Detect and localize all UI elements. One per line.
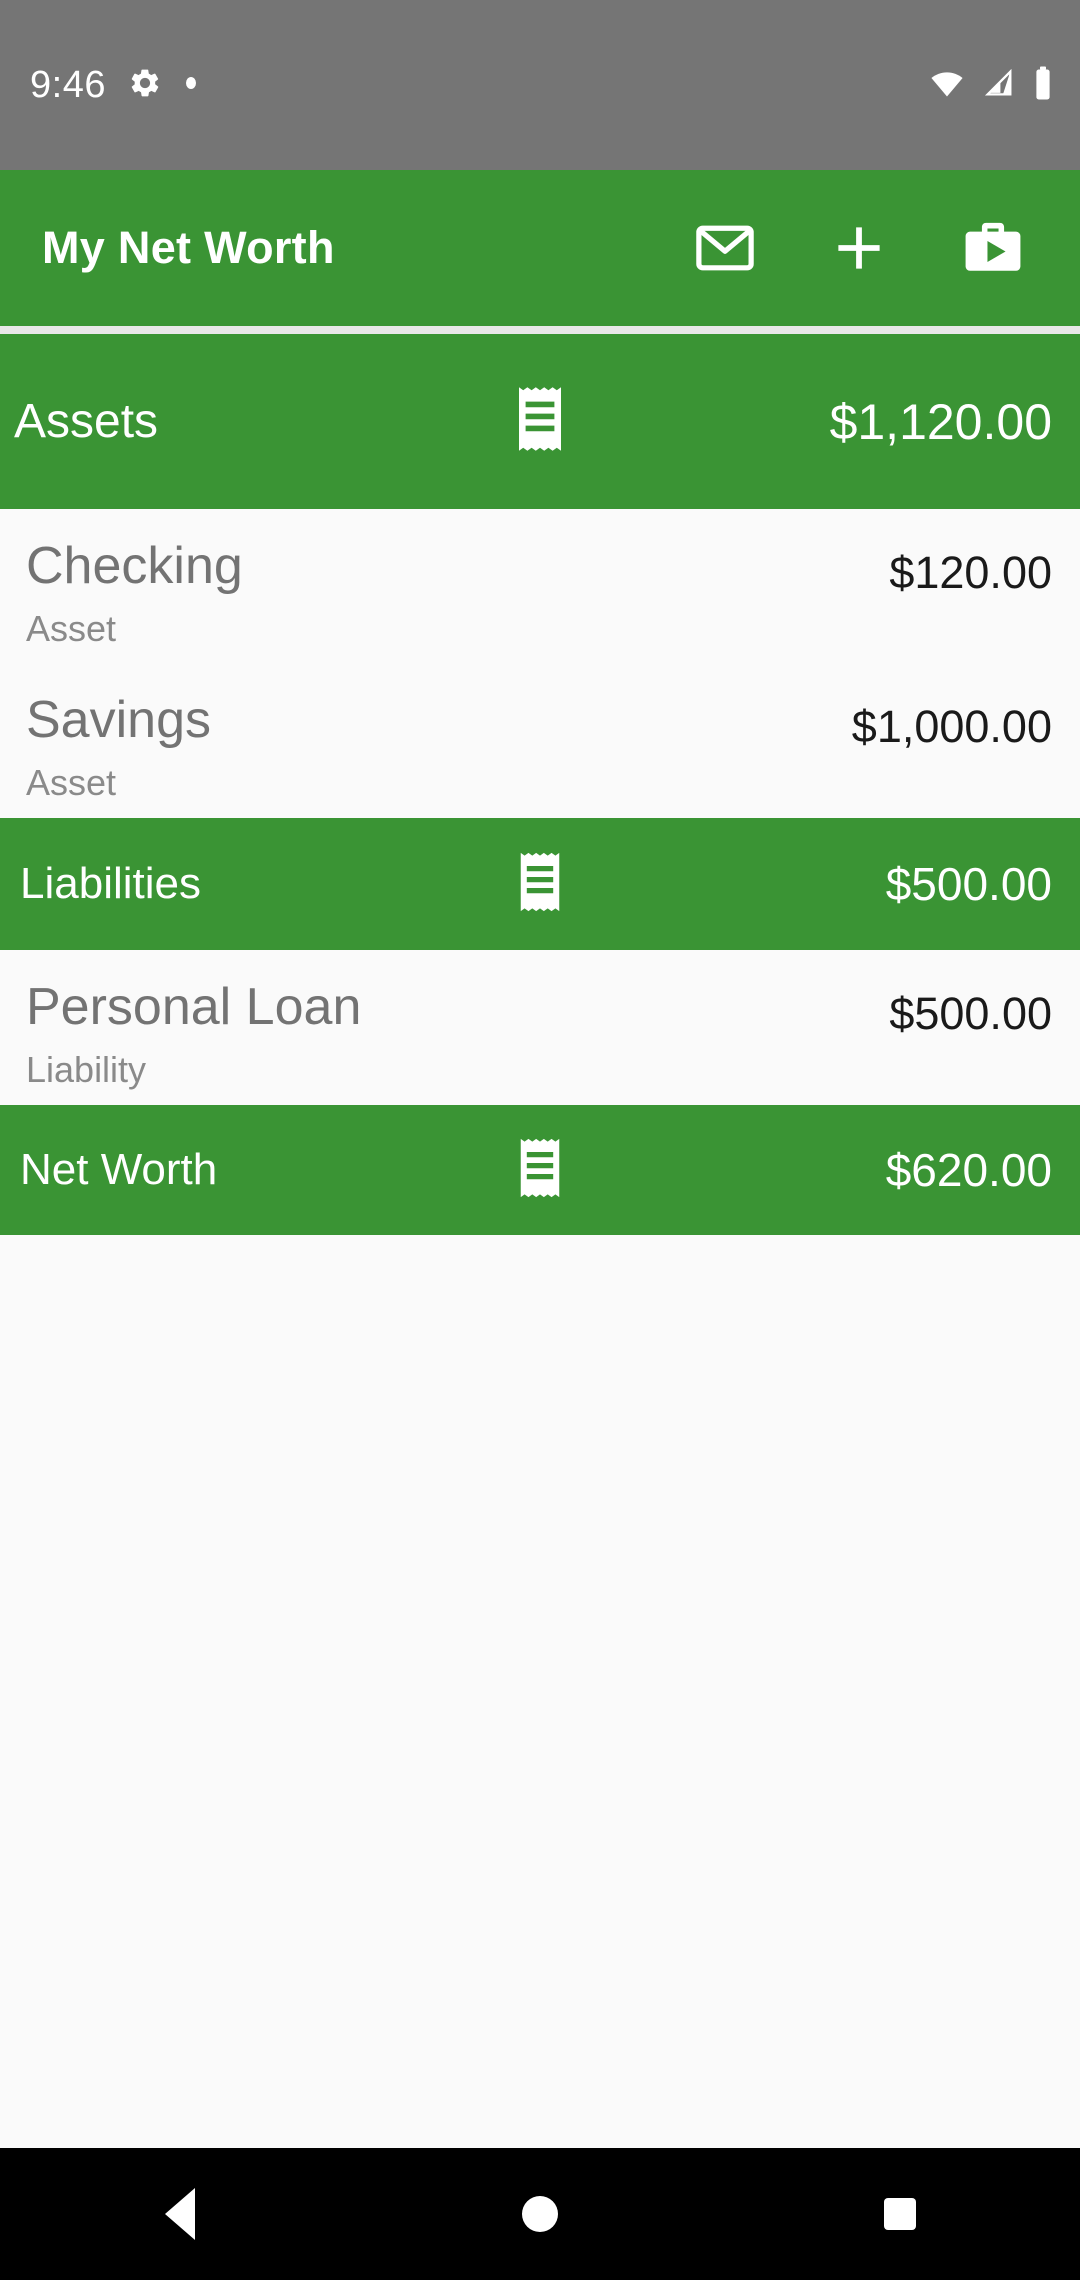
list-item-subtitle: Asset bbox=[26, 607, 117, 649]
receipt-icon bbox=[512, 849, 568, 920]
list-item-title: Personal Loan bbox=[26, 978, 362, 1036]
list-item-amount: $500.00 bbox=[889, 988, 1052, 1039]
email-icon[interactable] bbox=[682, 205, 768, 291]
section-amount-net-worth: $620.00 bbox=[885, 1144, 1052, 1196]
list-item[interactable]: Savings Asset $1,000.00 bbox=[0, 663, 1080, 818]
list-item-title: Checking bbox=[26, 537, 243, 595]
list-item-subtitle: Asset bbox=[26, 761, 117, 803]
list-item[interactable]: Checking Asset $120.00 bbox=[0, 509, 1080, 663]
empty-space bbox=[0, 1235, 1080, 2280]
status-bar-clock: 9:46 bbox=[30, 63, 106, 106]
section-label-net-worth: Net Worth bbox=[20, 1145, 218, 1194]
list-item-main: Savings Asset bbox=[26, 693, 211, 804]
list-item-amount: $120.00 bbox=[889, 547, 1052, 598]
list-item-main: Personal Loan Liability bbox=[26, 980, 361, 1091]
status-bar: 9:46 bbox=[0, 0, 1080, 170]
section-header-liabilities[interactable]: Liabilities $500.00 bbox=[0, 818, 1080, 950]
app-screen: 9:46 My Net Worth Assets $1,120.00 Check… bbox=[0, 0, 1080, 2280]
app-bar-actions bbox=[682, 205, 1052, 291]
list-item[interactable]: Personal Loan Liability $500.00 bbox=[0, 950, 1080, 1105]
section-amount-assets: $1,120.00 bbox=[829, 393, 1052, 450]
page-title: My Net Worth bbox=[42, 222, 335, 273]
list-item-title: Savings bbox=[26, 691, 211, 749]
receipt-icon bbox=[512, 1135, 568, 1206]
assets-list: Checking Asset $120.00 Savings Asset $1,… bbox=[0, 509, 1080, 818]
content-area: Assets $1,120.00 Checking Asset $120.00 bbox=[0, 334, 1080, 2280]
battery-icon bbox=[1032, 65, 1054, 106]
add-icon[interactable] bbox=[816, 205, 902, 291]
liabilities-list: Personal Loan Liability $500.00 bbox=[0, 950, 1080, 1105]
section-header-assets[interactable]: Assets $1,120.00 bbox=[0, 334, 1080, 509]
status-bar-right bbox=[928, 65, 1054, 106]
list-item-subtitle: Liability bbox=[26, 1048, 147, 1090]
system-navigation-bar bbox=[0, 2148, 1080, 2280]
cell-signal-icon bbox=[982, 66, 1016, 105]
section-header-net-worth[interactable]: Net Worth $620.00 bbox=[0, 1105, 1080, 1235]
home-button[interactable] bbox=[465, 2148, 615, 2280]
app-bar: My Net Worth bbox=[0, 170, 1080, 326]
list-item-amount: $1,000.00 bbox=[851, 701, 1052, 752]
app-bar-divider bbox=[0, 326, 1080, 334]
section-label-assets: Assets bbox=[14, 395, 159, 448]
home-circle-icon bbox=[522, 2196, 558, 2232]
list-item-main: Checking Asset bbox=[26, 539, 243, 650]
recents-square-icon bbox=[884, 2198, 916, 2230]
section-label-liabilities: Liabilities bbox=[20, 859, 201, 908]
gear-icon bbox=[128, 66, 162, 105]
wifi-icon bbox=[928, 66, 966, 105]
section-amount-liabilities: $500.00 bbox=[885, 858, 1052, 910]
recents-button[interactable] bbox=[825, 2148, 975, 2280]
back-button[interactable] bbox=[105, 2148, 255, 2280]
back-triangle-icon bbox=[165, 2188, 195, 2240]
status-bar-left: 9:46 bbox=[30, 64, 198, 107]
dot-icon bbox=[184, 76, 198, 95]
briefcase-play-icon[interactable] bbox=[950, 205, 1036, 291]
receipt-icon bbox=[509, 383, 571, 460]
